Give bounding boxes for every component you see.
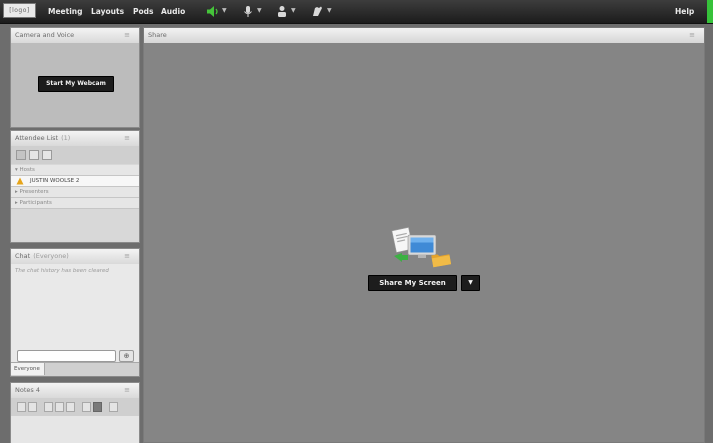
chevron-down-icon[interactable]: ▼	[461, 275, 480, 291]
menu-meeting[interactable]: Meeting	[48, 0, 83, 23]
notes-pod-title-bar: Notes 4	[11, 383, 139, 399]
microphone-icon[interactable]	[241, 5, 255, 18]
chat-history: The chat history has been cleared ⊕ Ever…	[11, 264, 139, 376]
share-pod-title: Share	[148, 31, 167, 39]
chat-pod-title: Chat	[15, 252, 31, 260]
menu-audio[interactable]: Audio	[161, 0, 185, 23]
camera-area: Start My Webcam	[11, 43, 139, 127]
size-icon[interactable]	[28, 402, 37, 412]
camera-pod-title-bar: Camera and Voice	[11, 28, 139, 44]
share-pod-title-bar: Share	[144, 28, 704, 44]
more-icon[interactable]	[109, 402, 118, 412]
menu-icon[interactable]: ≡	[124, 249, 130, 264]
presenters-section[interactable]: ▸ Presenters	[11, 187, 139, 198]
notes-pod: Notes 4 ≡	[10, 382, 140, 443]
italic-icon[interactable]	[55, 402, 64, 412]
list-icon[interactable]	[82, 402, 91, 412]
attendee-count: (1)	[61, 134, 71, 142]
raise-hand-icon[interactable]	[310, 5, 324, 18]
app-logo: [logo]	[3, 3, 36, 18]
chevron-down-icon[interactable]: ▼	[291, 6, 296, 16]
start-webcam-button[interactable]: Start My Webcam	[38, 76, 114, 92]
menu-icon[interactable]: ≡	[124, 28, 130, 43]
share-my-screen-button[interactable]: Share My Screen	[368, 275, 457, 291]
chat-status-message: The chat history has been cleared	[15, 268, 109, 274]
tab-everyone[interactable]: Everyone	[11, 363, 45, 375]
sort-icon[interactable]	[42, 150, 52, 160]
chat-pod-title-bar: Chat (Everyone)	[11, 249, 139, 265]
camera-pod-title: Camera and Voice	[15, 31, 75, 39]
menu-icon[interactable]: ≡	[689, 28, 695, 43]
hosts-section[interactable]: ▾ Hosts	[11, 165, 139, 176]
share-screen-illustration-icon	[391, 227, 452, 268]
notes-content[interactable]	[11, 416, 139, 443]
camera-voice-pod: Camera and Voice ≡ Start My Webcam	[10, 27, 140, 128]
host-icon	[16, 177, 24, 185]
attendee-name: JUSTIN WOOLSE 2	[30, 178, 80, 184]
chat-tab-bar: Everyone	[11, 362, 139, 376]
color-icon[interactable]	[93, 402, 102, 412]
menu-layouts[interactable]: Layouts	[91, 0, 124, 23]
chat-input[interactable]	[17, 350, 116, 362]
menu-help[interactable]: Help	[675, 0, 694, 23]
chevron-down-icon[interactable]: ▼	[222, 6, 227, 16]
share-canvas: Share My Screen ▼	[144, 43, 704, 442]
menu-icon[interactable]: ≡	[124, 131, 130, 146]
bold-icon[interactable]	[44, 402, 53, 412]
chevron-down-icon[interactable]: ▼	[257, 6, 262, 16]
speaker-icon[interactable]	[206, 5, 220, 18]
chat-pod: Chat (Everyone) ≡ The chat history has be…	[10, 248, 140, 377]
notes-pod-title: Notes 4	[15, 386, 40, 394]
connection-status-indicator	[707, 0, 713, 23]
top-menu-bar: [logo] Meeting Layouts Pods Audio ▼ ▼ ▼ …	[0, 0, 713, 24]
underline-icon[interactable]	[66, 402, 75, 412]
attendee-list-empty-area	[11, 209, 139, 242]
notes-toolbar	[11, 398, 139, 416]
font-icon[interactable]	[17, 402, 26, 412]
person-icon[interactable]	[275, 5, 289, 18]
menu-pods[interactable]: Pods	[133, 0, 153, 23]
chat-scope: (Everyone)	[33, 252, 69, 260]
attendee-pod-title: Attendee List	[15, 134, 59, 142]
share-pod: Share ≡ Share My Screen ▼	[143, 27, 705, 443]
expand-icon[interactable]	[29, 150, 39, 160]
list-view-icon[interactable]	[16, 150, 26, 160]
chevron-down-icon[interactable]: ▼	[327, 6, 332, 16]
menu-icon[interactable]: ≡	[124, 383, 130, 398]
attendee-pod-title-bar: Attendee List (1)	[11, 131, 139, 147]
send-icon[interactable]: ⊕	[119, 350, 134, 362]
participants-section[interactable]: ▸ Participants	[11, 198, 139, 209]
attendee-list-pod: Attendee List (1) ≡ ▾ Hosts JUSTIN WOOLSE…	[10, 130, 140, 243]
attendee-toolbar	[11, 146, 139, 164]
list-item[interactable]: JUSTIN WOOLSE 2	[11, 176, 139, 187]
